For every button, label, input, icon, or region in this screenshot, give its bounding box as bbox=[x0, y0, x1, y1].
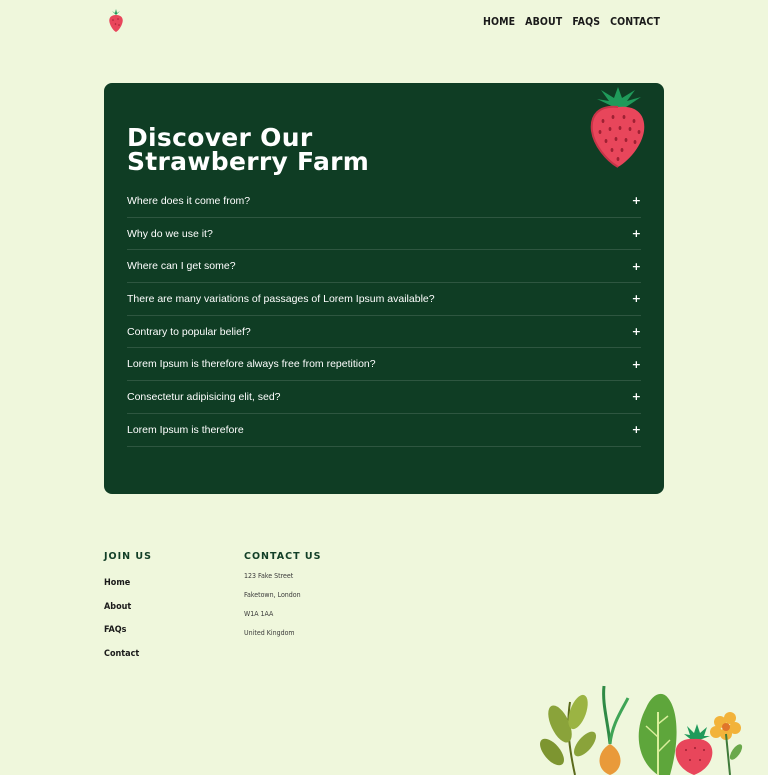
plus-icon[interactable]: + bbox=[631, 228, 641, 239]
plus-icon[interactable]: + bbox=[631, 326, 641, 337]
strawberry-illustration-icon bbox=[590, 87, 645, 168]
plus-icon[interactable]: + bbox=[631, 195, 641, 206]
nav-contact-link[interactable]: CONTACT bbox=[610, 16, 660, 28]
vegetables-illustration-icon bbox=[540, 685, 743, 775]
nav-about-link[interactable]: ABOUT bbox=[525, 16, 562, 28]
faq-accordion: Where does it come from? + Why do we use… bbox=[127, 185, 641, 447]
faq-item[interactable]: Lorem Ipsum is therefore always free fro… bbox=[127, 348, 641, 382]
address-line: United Kingdom bbox=[244, 629, 295, 637]
faq-item[interactable]: Lorem Ipsum is therefore + bbox=[127, 414, 641, 447]
contact-address: 123 Fake Street Faketown, London W1A 1AA… bbox=[244, 572, 301, 638]
contact-us-heading: CONTACT US bbox=[244, 551, 322, 562]
plus-icon[interactable]: + bbox=[631, 261, 641, 272]
nav-home-link[interactable]: HOME bbox=[483, 16, 515, 28]
address-line: 123 Fake Street bbox=[244, 572, 294, 580]
nav-faqs-link[interactable]: FAQS bbox=[572, 16, 600, 28]
plus-icon[interactable]: + bbox=[631, 391, 641, 402]
faq-item[interactable]: Why do we use it? + bbox=[127, 218, 641, 251]
faq-question: Why do we use it? bbox=[127, 227, 213, 240]
faq-item[interactable]: Where does it come from? + bbox=[127, 185, 641, 218]
footer-links: Home About FAQs Contact bbox=[104, 578, 139, 660]
page-title: Discover Our Strawberry Farm bbox=[127, 125, 370, 176]
faq-question: Lorem Ipsum is therefore always free fro… bbox=[127, 358, 376, 371]
faq-item[interactable]: There are many variations of passages of… bbox=[127, 283, 641, 316]
title-line-2: Strawberry Farm bbox=[127, 147, 370, 176]
address-line: W1A 1AA bbox=[244, 610, 274, 618]
plus-icon[interactable]: + bbox=[631, 293, 641, 304]
footer-faqs-link[interactable]: FAQs bbox=[104, 625, 139, 636]
plus-icon[interactable]: + bbox=[631, 424, 641, 435]
faq-item[interactable]: Consectetur adipisicing elit, sed? + bbox=[127, 381, 641, 414]
strawberry-logo-icon[interactable] bbox=[107, 9, 125, 33]
faq-question: Consectetur adipisicing elit, sed? bbox=[127, 390, 281, 403]
faq-item[interactable]: Where can I get some? + bbox=[127, 250, 641, 284]
faq-item[interactable]: Contrary to popular belief? + bbox=[127, 316, 641, 349]
faq-question: There are many variations of passages of… bbox=[127, 292, 435, 305]
faq-question: Lorem Ipsum is therefore bbox=[127, 423, 244, 436]
plus-icon[interactable]: + bbox=[631, 359, 641, 370]
footer-about-link[interactable]: About bbox=[104, 602, 139, 613]
footer-contact-link[interactable]: Contact bbox=[104, 649, 139, 660]
faq-question: Where can I get some? bbox=[127, 260, 236, 273]
footer-home-link[interactable]: Home bbox=[104, 578, 139, 589]
faq-question: Where does it come from? bbox=[127, 194, 251, 207]
faq-card: Discover Our Strawberry Farm Where does … bbox=[104, 83, 664, 494]
join-us-heading: JOIN US bbox=[104, 551, 152, 562]
faq-question: Contrary to popular belief? bbox=[127, 325, 251, 338]
address-line: Faketown, London bbox=[244, 591, 301, 599]
page: HOME ABOUT FAQS CONTACT Discover Our Str… bbox=[0, 0, 768, 775]
main-nav: HOME ABOUT FAQS CONTACT bbox=[483, 16, 660, 28]
